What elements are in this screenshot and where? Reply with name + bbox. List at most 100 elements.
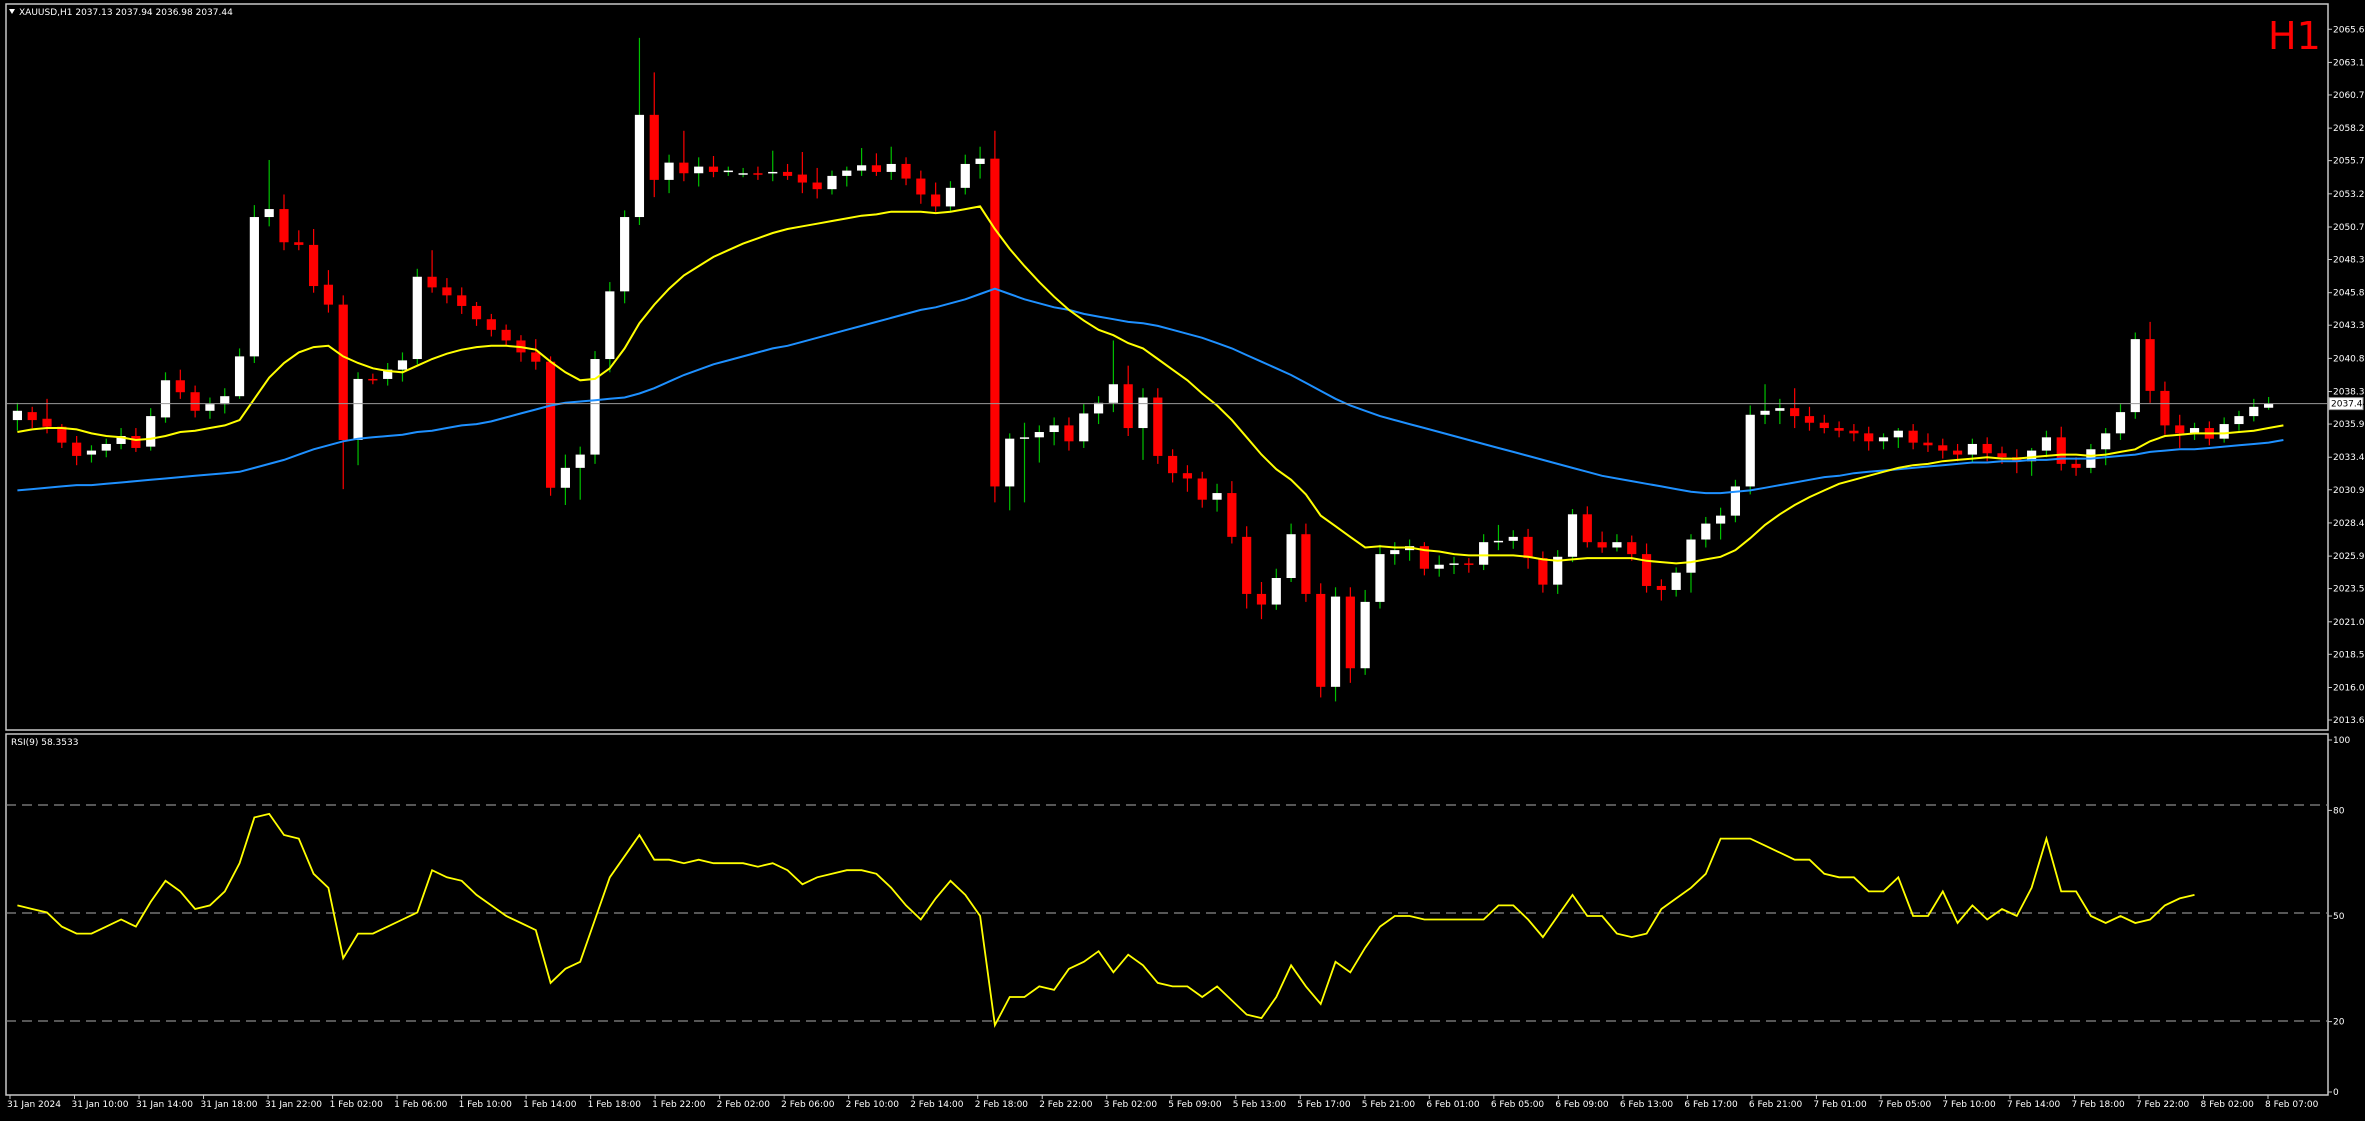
candle-body	[1271, 578, 1281, 605]
time-tick-label: 6 Feb 01:00	[1426, 1100, 1480, 1110]
price-tick-label: 2033.40	[2333, 453, 2365, 463]
time-tick-label: 2 Feb 06:00	[781, 1100, 835, 1110]
time-tick-label: 31 Jan 2024	[7, 1100, 61, 1110]
price-tick-label: 2016.05	[2333, 683, 2365, 693]
candle-body	[812, 182, 822, 190]
time-tick-label: 1 Feb 06:00	[394, 1100, 448, 1110]
candle-body	[871, 165, 882, 172]
candle-body	[1997, 453, 2007, 458]
candle-body	[1567, 514, 1578, 557]
candle-body	[708, 166, 719, 172]
symbol-info: XAUUSD,H1 2037.13 2037.94 2036.98 2037.4…	[19, 8, 233, 18]
candle-body	[486, 319, 496, 330]
time-tick-label: 5 Feb 09:00	[1168, 1100, 1222, 1110]
time-tick-label: 6 Feb 09:00	[1555, 1100, 1609, 1110]
time-tick-label: 7 Feb 10:00	[1942, 1100, 1996, 1110]
candle-body	[427, 276, 437, 288]
candle-body	[1034, 432, 1044, 438]
time-tick-label: 6 Feb 17:00	[1684, 1100, 1738, 1110]
rsi-tick-label: 0	[2333, 1088, 2339, 1098]
time-tick-label: 8 Feb 07:00	[2265, 1100, 2319, 1110]
time-tick-label: 2 Feb 14:00	[910, 1100, 964, 1110]
candle-body	[1716, 515, 1726, 524]
time-tick-label: 3 Feb 02:00	[1104, 1100, 1158, 1110]
candle-body	[279, 209, 289, 243]
candle-body	[146, 416, 156, 447]
candle-body	[2219, 424, 2229, 439]
candle-body	[412, 276, 422, 360]
candle-body	[234, 356, 245, 397]
price-tick-label: 2063.15	[2333, 58, 2365, 68]
candle-body	[1686, 539, 1696, 573]
candle-body	[1612, 542, 1622, 548]
candle-body	[1804, 416, 1815, 423]
candle-body	[1434, 564, 1444, 569]
candle-body	[205, 404, 215, 411]
candle-body	[2249, 406, 2259, 417]
candle-body	[1108, 384, 1118, 403]
candle-body	[1938, 445, 1948, 451]
price-tick-label: 2038.35	[2333, 388, 2365, 398]
time-tick-label: 1 Feb 10:00	[459, 1100, 513, 1110]
candle-body	[131, 436, 141, 448]
candle-body	[397, 360, 408, 370]
timeframe-badge: H1	[2268, 14, 2321, 58]
candle-body	[1242, 536, 1252, 594]
candle-body	[1849, 430, 1859, 434]
candle-body	[2056, 437, 2066, 464]
mt4-chart-window[interactable]: 2065.65 2063.15 2060.70 2058.20 2055.75 2053.…	[0, 0, 2365, 1117]
time-tick-label: 8 Feb 02:00	[2200, 1100, 2254, 1110]
candle-body	[723, 170, 733, 173]
candle-body	[916, 178, 926, 195]
price-tick-label: 2013.60	[2333, 716, 2365, 726]
candle-body	[931, 194, 941, 207]
candle-body	[264, 209, 274, 218]
candle-body	[1701, 523, 1711, 540]
candle-body	[294, 242, 304, 245]
candle-body	[471, 305, 482, 320]
rsi-tick-label: 80	[2333, 806, 2345, 816]
time-tick-label: 1 Feb 14:00	[523, 1100, 577, 1110]
candle-body	[1627, 542, 1637, 555]
time-tick-label: 2 Feb 10:00	[846, 1100, 900, 1110]
candle-body	[1819, 422, 1829, 429]
time-tick-label: 6 Feb 21:00	[1749, 1100, 1803, 1110]
candle-body	[1005, 438, 1015, 487]
candle-body	[501, 329, 511, 341]
candle-body	[1538, 558, 1548, 585]
candle-body	[1093, 402, 1104, 414]
candle-body	[945, 187, 956, 207]
candle-body	[1227, 493, 1237, 537]
candle-body	[42, 418, 52, 427]
candle-body	[1360, 601, 1370, 669]
current-price-label: 2037.44	[2331, 400, 2365, 410]
price-tick-label: 2060.70	[2333, 91, 2365, 101]
candle-body	[27, 412, 37, 421]
candle-body	[1656, 585, 1666, 590]
candle-body	[1790, 408, 1800, 417]
time-tick-label: 31 Jan 10:00	[72, 1100, 129, 1110]
candle-body	[605, 291, 615, 360]
time-tick-label: 7 Feb 22:00	[2136, 1100, 2190, 1110]
candle-body	[1168, 455, 1178, 474]
candle-body	[442, 287, 452, 296]
time-tick-label: 7 Feb 05:00	[1878, 1100, 1932, 1110]
candle-body	[2115, 412, 2126, 434]
candle-body	[1775, 408, 1785, 411]
candle-body	[1345, 596, 1355, 669]
price-tick-label: 2055.75	[2333, 157, 2365, 167]
candle-body	[753, 173, 763, 175]
candle-body	[323, 284, 334, 305]
candle-body	[842, 170, 852, 176]
candle-body	[1049, 425, 1059, 433]
candle-body	[1449, 563, 1459, 565]
candle-body	[1508, 536, 1518, 541]
chart-canvas[interactable]: 2065.65 2063.15 2060.70 2058.20 2055.75 2053.…	[0, 0, 2365, 1117]
price-tick-label: 2021.00	[2333, 618, 2365, 628]
candle-body	[886, 163, 896, 172]
candle-body	[1923, 442, 1933, 446]
candle-body	[975, 158, 985, 164]
candle-body	[1212, 493, 1222, 500]
price-tick-label: 2065.65	[2333, 25, 2365, 35]
candle-body	[1301, 534, 1311, 594]
